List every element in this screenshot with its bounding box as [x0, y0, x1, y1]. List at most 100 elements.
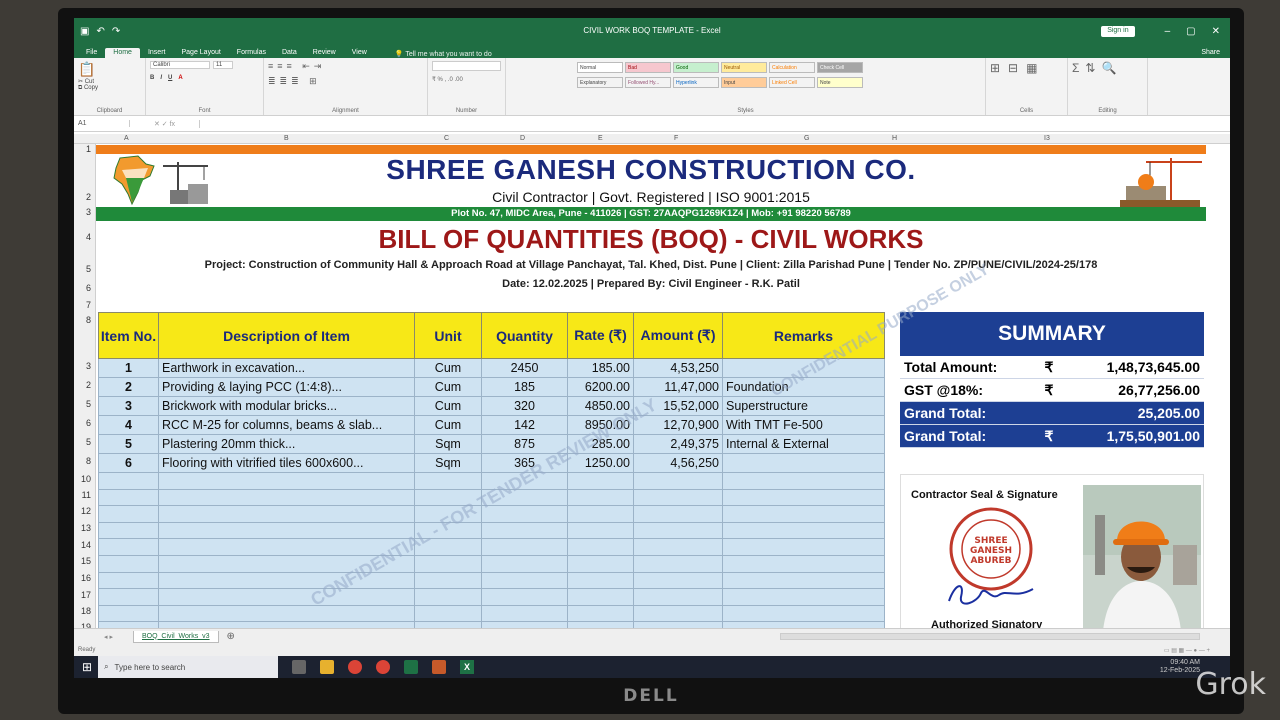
paste-icon[interactable]: 📋: [78, 61, 141, 78]
style-neutral[interactable]: Neutral: [721, 62, 767, 73]
insert-delete-format-icons[interactable]: ⊞⊟▦: [990, 61, 1063, 75]
table-cell[interactable]: [633, 538, 723, 556]
row-header[interactable]: 8: [86, 315, 91, 325]
table-header-cell[interactable]: Description of Item: [158, 312, 415, 359]
table-header-cell[interactable]: Item No.: [98, 312, 159, 359]
table-cell[interactable]: [633, 571, 723, 590]
table-cell[interactable]: [633, 554, 723, 573]
table-cell[interactable]: 1250.00: [567, 453, 634, 473]
table-cell[interactable]: 185: [481, 377, 568, 397]
row-header[interactable]: 12: [81, 506, 91, 516]
table-cell[interactable]: 185.00: [567, 358, 634, 378]
tab-review[interactable]: Review: [305, 48, 344, 58]
table-cell[interactable]: [633, 604, 723, 623]
row-header[interactable]: 4: [86, 232, 91, 242]
windows-start-icon[interactable]: ⊞: [82, 660, 92, 674]
sort-find-icons[interactable]: Σ⇅🔍: [1072, 61, 1143, 75]
table-cell[interactable]: 6: [98, 453, 159, 473]
col-g[interactable]: G: [804, 135, 809, 142]
chrome-icon-2[interactable]: [376, 660, 391, 674]
table-cell[interactable]: 6200.00: [567, 377, 634, 397]
font-size-select[interactable]: 11: [213, 61, 233, 69]
row-header[interactable]: 16: [81, 573, 91, 583]
table-cell[interactable]: [158, 472, 415, 490]
table-cell[interactable]: [481, 538, 568, 556]
table-cell[interactable]: [633, 472, 723, 490]
table-cell[interactable]: [98, 571, 159, 590]
table-cell[interactable]: 365: [481, 453, 568, 473]
table-header-cell[interactable]: Rate (₹): [567, 312, 634, 359]
table-cell[interactable]: [481, 604, 568, 623]
table-cell[interactable]: [414, 571, 482, 590]
table-cell[interactable]: 11,47,000: [633, 377, 723, 397]
table-cell[interactable]: [633, 521, 723, 540]
taskbar-search[interactable]: ⌕ Type here to search: [98, 656, 279, 678]
file-explorer-icon[interactable]: [320, 660, 335, 674]
table-cell[interactable]: 2450: [481, 358, 568, 378]
row-header[interactable]: 15: [81, 556, 91, 566]
table-cell[interactable]: [567, 571, 634, 590]
style-note[interactable]: Note: [817, 77, 863, 88]
col-a[interactable]: A: [124, 135, 129, 142]
style-good[interactable]: Good: [673, 62, 719, 73]
table-cell[interactable]: Cum: [414, 377, 482, 397]
table-cell[interactable]: 142: [481, 415, 568, 435]
table-cell[interactable]: 8950.00: [567, 415, 634, 435]
sheet-tab-boq[interactable]: BOQ_Civil_Works_v3: [132, 630, 219, 643]
row-header[interactable]: 14: [81, 540, 91, 550]
table-cell[interactable]: [567, 588, 634, 606]
table-cell[interactable]: 5: [98, 434, 159, 454]
table-cell[interactable]: [414, 604, 482, 623]
row-header[interactable]: 5: [86, 264, 91, 274]
tab-page-layout[interactable]: Page Layout: [173, 48, 228, 58]
table-cell[interactable]: [481, 521, 568, 540]
table-cell[interactable]: [481, 472, 568, 490]
share-button[interactable]: Share: [1201, 49, 1220, 56]
table-header-cell[interactable]: Amount (₹): [633, 312, 723, 359]
number-format-icons[interactable]: ₹ % , .0 .00: [432, 76, 501, 83]
style-followed[interactable]: Followed Hy...: [625, 77, 671, 88]
table-cell[interactable]: [722, 488, 885, 507]
style-normal[interactable]: Normal: [577, 62, 623, 73]
table-cell[interactable]: Earthwork in excavation...: [158, 358, 415, 378]
table-cell[interactable]: Foundation: [722, 377, 885, 397]
table-cell[interactable]: [722, 472, 885, 490]
table-cell[interactable]: [98, 538, 159, 556]
table-cell[interactable]: Brickwork with modular bricks...: [158, 396, 415, 416]
table-cell[interactable]: [722, 521, 885, 540]
table-cell[interactable]: 2: [98, 377, 159, 397]
table-cell[interactable]: [98, 521, 159, 540]
col-c[interactable]: C: [444, 135, 449, 142]
table-cell[interactable]: With TMT Fe-500: [722, 415, 885, 435]
style-bad[interactable]: Bad: [625, 62, 671, 73]
table-cell[interactable]: Sqm: [414, 453, 482, 473]
tab-home[interactable]: Home: [105, 48, 140, 58]
wrap-merge-icons[interactable]: ≣≣≣ ⊞: [268, 76, 423, 87]
table-cell[interactable]: [481, 554, 568, 573]
cut-button[interactable]: ✂ Cut: [78, 78, 141, 85]
table-cell[interactable]: [722, 505, 885, 523]
col-e[interactable]: E: [598, 135, 603, 142]
table-header-cell[interactable]: Remarks: [722, 312, 885, 359]
table-cell[interactable]: [567, 521, 634, 540]
table-cell[interactable]: [481, 505, 568, 523]
col-i3[interactable]: I3: [1044, 135, 1050, 142]
table-cell[interactable]: [158, 488, 415, 507]
col-d[interactable]: D: [520, 135, 525, 142]
underline-button[interactable]: U: [168, 75, 172, 81]
table-cell[interactable]: 4850.00: [567, 396, 634, 416]
table-cell[interactable]: [722, 358, 885, 378]
table-cell[interactable]: 320: [481, 396, 568, 416]
table-cell[interactable]: 15,52,000: [633, 396, 723, 416]
row-header[interactable]: 5: [86, 437, 91, 447]
name-box[interactable]: A1: [74, 120, 130, 127]
table-cell[interactable]: 4,56,250: [633, 453, 723, 473]
table-cell[interactable]: [98, 554, 159, 573]
col-b[interactable]: B: [284, 135, 289, 142]
tab-insert[interactable]: Insert: [140, 48, 174, 58]
table-cell[interactable]: [98, 488, 159, 507]
table-cell[interactable]: 1: [98, 358, 159, 378]
table-cell[interactable]: Providing & laying PCC (1:4:8)...: [158, 377, 415, 397]
row-header[interactable]: 6: [86, 283, 91, 293]
table-cell[interactable]: [722, 453, 885, 473]
